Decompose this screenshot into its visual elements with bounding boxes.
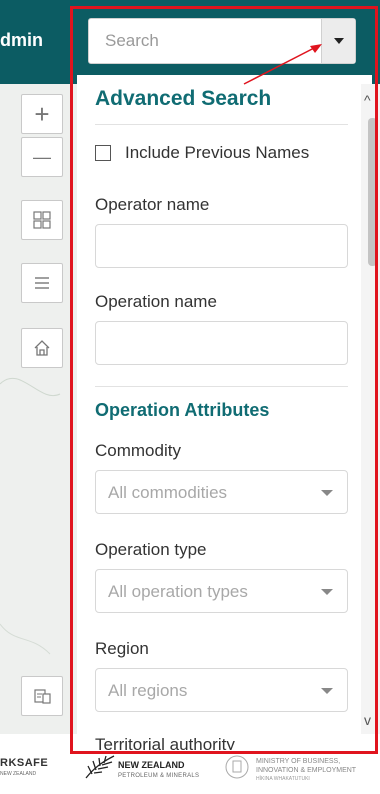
search-dropdown-button[interactable] [321,19,355,63]
operation-type-value: All operation types [108,582,248,601]
print-icon [34,689,51,704]
fern-logo-icon [85,755,115,779]
commodity-value: All commodities [108,483,228,502]
operation-attributes-title: Operation Attributes [95,400,270,420]
layer-list-button[interactable] [21,263,63,303]
commodity-label: Commodity [95,441,181,460]
minus-icon: — [33,146,51,167]
zoom-out-button[interactable]: — [21,137,63,177]
admin-label[interactable]: dmin [0,30,43,51]
include-previous-names-label: Include Previous Names [125,143,310,162]
region-label: Region [95,639,149,658]
scrollbar-thumb[interactable] [368,118,377,266]
divider [95,124,348,125]
worksafe-logo: RKSAFE [0,757,49,769]
nzpam-logo-sub: PETROLEUM & MINERALS [118,773,200,779]
home-button[interactable] [21,328,63,368]
commodity-select[interactable]: All commodities [95,470,348,514]
layer-list-icon [35,277,49,289]
chevron-down-icon [321,589,333,595]
caret-down-icon [333,38,344,44]
divider [95,386,348,387]
territorial-authority-label: Territorial authority [95,735,235,750]
mbie-logo: MINISTRY OF BUSINESS, INNOVATION & EMPLO… [256,758,357,774]
search-input[interactable] [89,19,323,63]
mbie-logo-sub: HĪKINA WHAKATUTUKI [256,776,310,782]
region-value: All regions [108,681,188,700]
coat-of-arms-icon [225,755,249,779]
operation-name-label: Operation name [95,292,217,311]
operation-type-label: Operation type [95,540,207,559]
nzpam-logo: NEW ZEALAND [118,760,185,770]
basemap-grid-icon [33,211,51,229]
operation-type-select[interactable]: All operation types [95,569,348,613]
advanced-search-panel: Advanced Search Include Previous Names O… [77,75,372,750]
home-icon [34,340,50,356]
include-previous-names-checkbox[interactable] [95,145,111,161]
chevron-down-icon [321,688,333,694]
basemap-gallery-button[interactable] [21,200,63,240]
include-previous-names-row[interactable]: Include Previous Names [95,143,309,163]
advanced-search-title: Advanced Search [95,87,272,110]
operator-name-label: Operator name [95,195,210,214]
chevron-down-icon [321,490,333,496]
scroll-down-icon[interactable]: v [364,712,371,728]
operator-name-field[interactable] [95,224,348,268]
print-button[interactable] [21,676,63,716]
worksafe-logo-sub: NEW ZEALAND [0,771,37,777]
scroll-up-icon[interactable]: ^ [364,92,371,108]
zoom-in-button[interactable]: + [21,94,63,134]
search-box [88,18,356,64]
operation-name-field[interactable] [95,321,348,365]
region-select[interactable]: All regions [95,668,348,712]
plus-icon: + [34,98,50,129]
